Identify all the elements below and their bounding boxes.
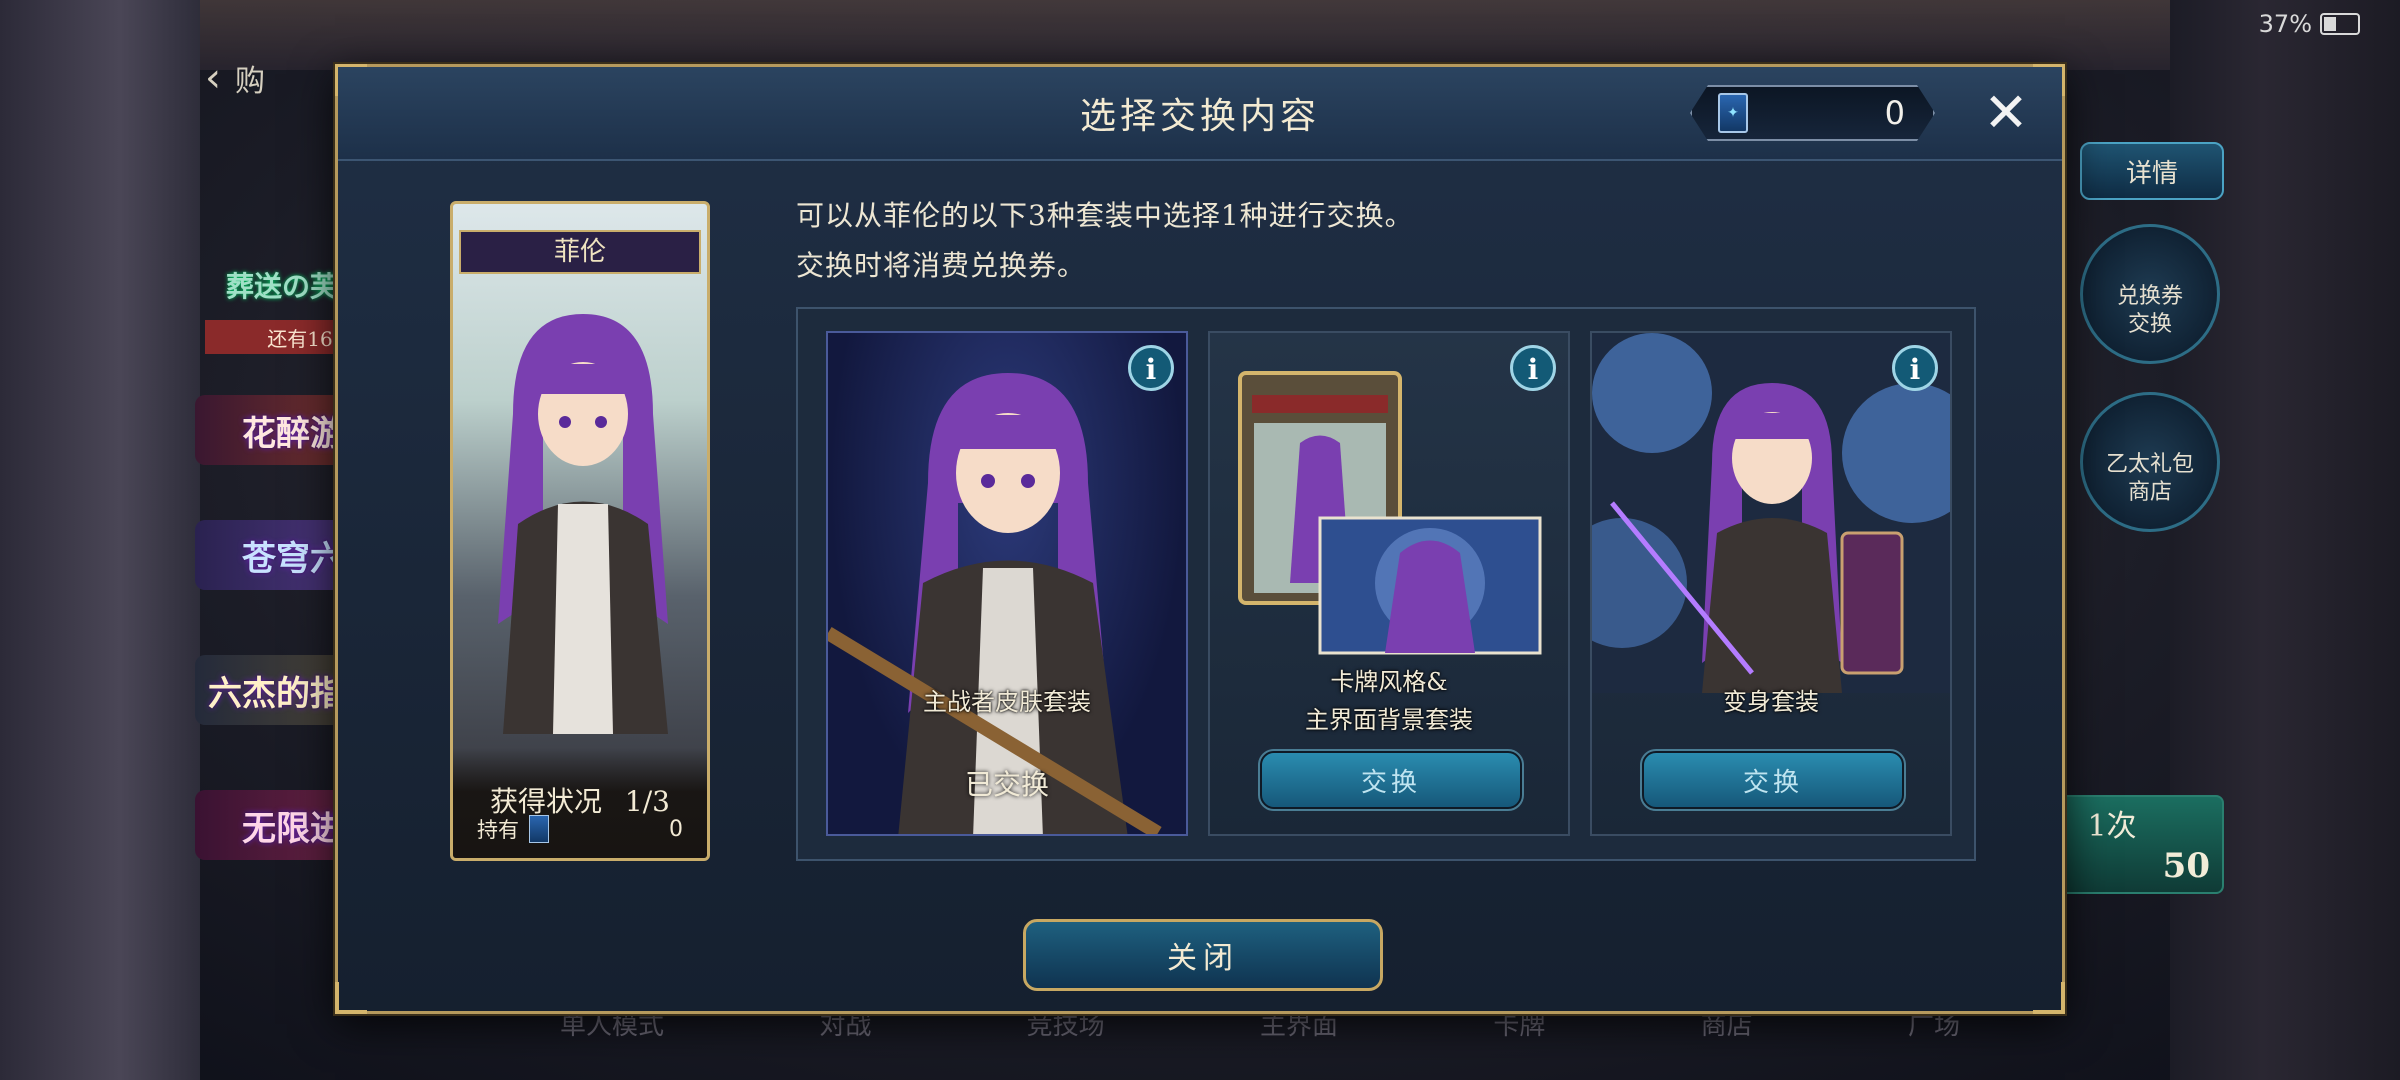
- background-character-art-left: [0, 0, 200, 1080]
- option-leader-skin: i 主战者皮肤套装 已交换: [826, 331, 1188, 836]
- option-label-line-1: 卡牌风格&: [1330, 668, 1448, 696]
- ticket-exchange-button[interactable]: 兑换券 交换: [2080, 224, 2220, 364]
- character-portrait: [498, 314, 668, 734]
- exchanged-status: 已交换: [964, 768, 1049, 801]
- exchange-button[interactable]: 交换: [1258, 749, 1524, 811]
- battery-indicator: 37%: [2259, 10, 2360, 38]
- ticket-counter: ✦ 0: [1690, 85, 1935, 141]
- info-icon[interactable]: i: [1128, 345, 1174, 391]
- character-card: 菲伦 获得状况 1/3 持有 0: [450, 201, 710, 861]
- character-info: 获得状况 1/3 持有 0: [453, 748, 707, 858]
- battery-percent: 37%: [2258, 10, 2312, 38]
- hold-row: 持有 0: [477, 814, 683, 844]
- dialog-description: 可以从菲伦的以下3种套装中选择1种进行交换。 交换时将消费兑换券。: [796, 191, 1414, 291]
- leader-skin-art: [828, 373, 1162, 834]
- back-button[interactable]: ‹ 购: [205, 55, 355, 101]
- ticket-count: 0: [1884, 94, 1905, 132]
- exchange-options: i 主战者皮肤套装 已交换 i 卡牌风格& 主界面背景套装 交换 i 变身套装 …: [796, 307, 1976, 861]
- battery-icon: [2320, 13, 2360, 35]
- dialog-header: 选择交换内容 ✦ 0 ✕: [338, 67, 2062, 161]
- details-button[interactable]: 详情: [2080, 142, 2224, 200]
- option-transform-set: i 变身套装 交换: [1590, 331, 1952, 836]
- hold-label: 持有: [477, 818, 519, 842]
- close-icon[interactable]: ✕: [1978, 85, 2034, 141]
- option-label-line-2: 主界面背景套装: [1305, 706, 1473, 734]
- exchange-button[interactable]: 交换: [1640, 749, 1906, 811]
- info-icon[interactable]: i: [1510, 345, 1556, 391]
- option-label: 主战者皮肤套装: [923, 688, 1091, 716]
- hold-value: 0: [669, 816, 683, 842]
- corner-ornament: [2033, 982, 2065, 1014]
- exchange-ticket-icon: [529, 815, 549, 843]
- exchange-ticket-icon: ✦: [1718, 93, 1748, 133]
- close-button[interactable]: 关闭: [1023, 919, 1383, 991]
- ticket-exchange-label: 兑换券 交换: [2116, 284, 2183, 337]
- description-line-1: 可以从菲伦的以下3种套装中选择1种进行交换。: [796, 199, 1414, 232]
- corner-ornament: [335, 982, 367, 1014]
- pack-price: 50: [2162, 846, 2210, 886]
- exchange-dialog: 选择交换内容 ✦ 0 ✕ 菲伦 获得状况 1/3 持有 0 可以从菲伦的以下3种…: [335, 64, 2065, 1014]
- background-top: [0, 0, 2400, 70]
- info-icon[interactable]: i: [1892, 345, 1938, 391]
- description-line-2: 交换时将消费兑换券。: [796, 249, 1087, 282]
- chevron-left-icon: ‹: [205, 55, 221, 101]
- character-name: 菲伦: [459, 230, 701, 274]
- option-card-style-background: i 卡牌风格& 主界面背景套装 交换: [1208, 331, 1570, 836]
- ether-pack-shop-button[interactable]: 乙太礼包 商店: [2080, 392, 2220, 532]
- option-label: 变身套装: [1723, 688, 1819, 716]
- ether-pack-shop-label: 乙太礼包 商店: [2105, 452, 2194, 505]
- option-label: 卡牌风格& 主界面背景套装: [1210, 663, 1568, 739]
- back-label: 购: [235, 64, 265, 99]
